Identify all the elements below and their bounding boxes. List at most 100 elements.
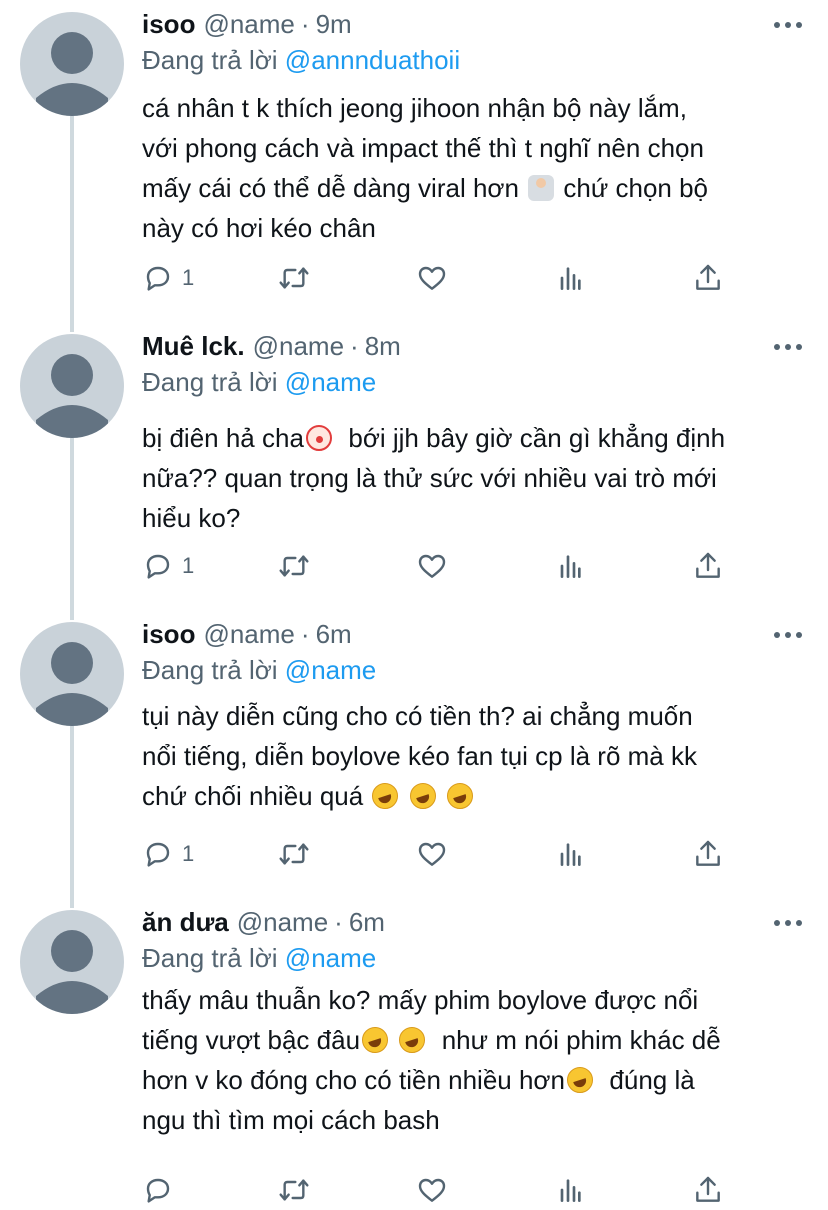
tweet-header: Muê lck. @name · 8m — [142, 328, 802, 364]
user-handle[interactable]: @name — [203, 619, 294, 650]
mention-link[interactable]: @annnduathoii — [285, 45, 460, 75]
more-options-button[interactable] — [774, 20, 802, 30]
retweet-button[interactable] — [278, 546, 310, 586]
mention-link[interactable]: @name — [285, 655, 376, 685]
share-button[interactable] — [692, 258, 724, 298]
views-button[interactable] — [554, 1170, 586, 1210]
default-avatar-icon[interactable] — [20, 12, 124, 116]
share-icon — [696, 1176, 720, 1202]
like-button[interactable] — [416, 546, 448, 586]
retweet-icon — [279, 555, 309, 577]
replying-to: Đang trả lời @annnduathoii — [142, 42, 802, 78]
user-handle[interactable]: @name — [203, 9, 294, 40]
tweet[interactable]: isoo @name · 9m Đang trả lời @annnduatho… — [0, 6, 828, 306]
like-icon — [418, 842, 446, 866]
like-icon — [418, 1178, 446, 1202]
timestamp[interactable]: 9m — [316, 9, 352, 40]
laughing-emoji-icon — [446, 783, 473, 809]
separator-dot: · — [300, 8, 310, 39]
user-handle[interactable]: @name — [253, 331, 344, 362]
more-icon — [774, 632, 780, 638]
separator-dot: · — [300, 618, 310, 649]
tweet-text: cá nhân t k thích jeong jihoon nhận bộ n… — [142, 88, 802, 248]
replying-to-label: Đang trả lời — [142, 943, 278, 973]
laughing-emoji-icon — [362, 1027, 389, 1053]
separator-dot: · — [350, 330, 359, 361]
views-icon — [560, 843, 581, 866]
display-name[interactable]: isoo — [142, 619, 195, 650]
views-icon — [560, 267, 581, 290]
tweet-text-line: hiểu ko? — [142, 503, 241, 533]
share-icon — [696, 840, 720, 866]
tweet[interactable]: Muê lck. @name · 8m Đang trả lời @name b… — [0, 328, 828, 598]
more-options-button[interactable] — [774, 630, 802, 640]
mention-link[interactable]: @name — [285, 367, 376, 397]
views-button[interactable] — [554, 546, 586, 586]
like-button[interactable] — [416, 258, 448, 298]
reply-button[interactable]: 1 — [142, 834, 194, 874]
retweet-button[interactable] — [278, 834, 310, 874]
tweet-actions — [142, 1170, 762, 1210]
more-options-button[interactable] — [774, 918, 802, 928]
views-button[interactable] — [554, 834, 586, 874]
tweet-text-line: nữa?? quan trọng là thử sức với nhiều va… — [142, 463, 717, 493]
retweet-button[interactable] — [278, 1170, 310, 1210]
default-avatar-icon[interactable] — [20, 910, 124, 1014]
replying-to-label: Đang trả lời — [142, 367, 278, 397]
views-button[interactable] — [554, 258, 586, 298]
retweet-icon — [279, 843, 309, 865]
user-handle[interactable]: @name — [237, 907, 328, 938]
tweet-text-line: ngu thì tìm mọi cách bash — [142, 1105, 440, 1135]
timestamp[interactable]: 8m — [365, 331, 401, 362]
reply-button[interactable]: 1 — [142, 258, 194, 298]
replying-to: Đang trả lời @name — [142, 652, 802, 688]
tweet-text-line: này có hơi kéo chân — [142, 213, 376, 243]
like-icon — [418, 266, 446, 290]
clown-emoji-icon — [305, 425, 332, 451]
replying-to: Đang trả lời @name — [142, 940, 802, 976]
laughing-emoji-icon — [566, 1067, 593, 1093]
more-options-button[interactable] — [774, 342, 802, 352]
share-button[interactable] — [692, 834, 724, 874]
tweet-text-line: bị điên hả cha bới jjh bây giờ cần gì kh… — [142, 423, 726, 453]
tweet-text-line: tiếng vượt bậc đâu như m nói phim khác d… — [142, 1025, 721, 1055]
timestamp[interactable]: 6m — [349, 907, 385, 938]
tweet[interactable]: ăn dưa @name · 6m Đang trả lời @name thấ… — [0, 904, 828, 1204]
tweet-text-line: mấy cái có thể dễ dàng viral hơn chứ chọ… — [142, 173, 709, 203]
tweet-text: bị điên hả cha bới jjh bây giờ cần gì kh… — [142, 418, 802, 538]
replying-to-label: Đang trả lời — [142, 655, 278, 685]
reply-button[interactable] — [142, 1170, 182, 1210]
replying-to-label: Đang trả lời — [142, 45, 278, 75]
tweet[interactable]: isoo @name · 6m Đang trả lời @name tụi n… — [0, 616, 828, 886]
views-icon — [560, 1179, 581, 1202]
laughing-emoji-icon — [409, 783, 436, 809]
retweet-icon — [279, 267, 309, 289]
reply-count: 1 — [182, 553, 195, 578]
reply-icon — [146, 842, 170, 867]
like-button[interactable] — [416, 834, 448, 874]
replying-to: Đang trả lời @name — [142, 364, 802, 400]
like-button[interactable] — [416, 1170, 448, 1210]
default-avatar-icon[interactable] — [20, 334, 124, 438]
more-icon — [774, 344, 780, 350]
share-icon — [696, 264, 720, 290]
more-icon — [774, 920, 780, 926]
default-avatar-icon[interactable] — [20, 622, 124, 726]
display-name[interactable]: Muê lck. — [142, 331, 245, 362]
tweet-text-line: thấy mâu thuẫn ko? mấy phim boylove được… — [142, 985, 699, 1015]
tweet-text-line: hơn v ko đóng cho có tiền nhiều hơn đúng… — [142, 1065, 695, 1095]
retweet-icon — [279, 1179, 309, 1201]
more-icon — [774, 22, 780, 28]
timestamp[interactable]: 6m — [316, 619, 352, 650]
tweet-text: thấy mâu thuẫn ko? mấy phim boylove được… — [142, 980, 802, 1140]
reply-count: 1 — [182, 841, 195, 866]
retweet-button[interactable] — [278, 258, 310, 298]
tweet-header: isoo @name · 6m — [142, 616, 802, 652]
reply-button[interactable]: 1 — [142, 546, 194, 586]
display-name[interactable]: ăn dưa — [142, 907, 229, 938]
mention-link[interactable]: @name — [285, 943, 376, 973]
display-name[interactable]: isoo — [142, 9, 195, 40]
share-button[interactable] — [692, 1170, 724, 1210]
tweet-text-line: tụi này diễn cũng cho có tiền th? ai chẳ… — [142, 701, 693, 731]
share-button[interactable] — [692, 546, 724, 586]
